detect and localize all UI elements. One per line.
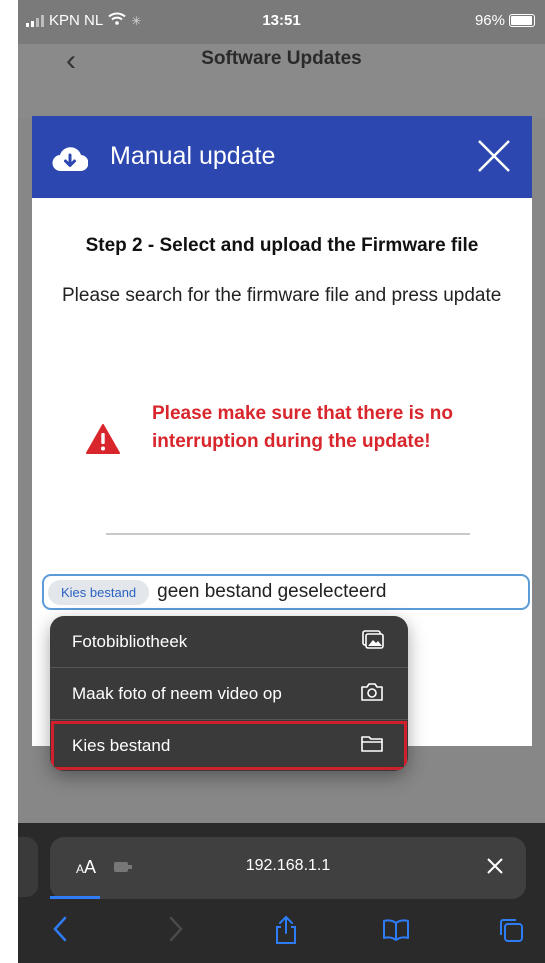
menu-item-camera[interactable]: Maak foto of neem video op xyxy=(50,668,408,720)
modal-header: Manual update xyxy=(32,116,532,198)
cloud-download-icon xyxy=(52,146,89,177)
status-time: 13:51 xyxy=(262,12,301,29)
battery-percent: 96% xyxy=(474,12,505,29)
close-icon[interactable] xyxy=(474,136,514,181)
battery-info: 96% xyxy=(475,12,535,29)
previous-tab-preview[interactable] xyxy=(18,837,38,897)
warning-icon xyxy=(86,424,120,459)
menu-item-label: Maak foto of neem video op xyxy=(72,684,282,703)
step-heading: Step 2 - Select and upload the Firmware … xyxy=(85,235,479,256)
menu-item-label: Kies bestand xyxy=(72,736,171,755)
back-icon[interactable] xyxy=(52,915,68,948)
divider xyxy=(106,533,470,535)
menu-item-photo-library[interactable]: Fotobibliotheek xyxy=(50,616,408,668)
folder-icon xyxy=(360,734,384,759)
file-status-text: geen bestand geselecteerd xyxy=(157,581,387,602)
firmware-file-input[interactable]: Kies bestand geen bestand geselecteerd xyxy=(42,574,530,610)
forward-icon[interactable] xyxy=(168,915,184,948)
choose-file-button[interactable]: Kies bestand xyxy=(48,579,150,605)
bookmarks-icon[interactable] xyxy=(382,919,410,946)
page-title: Software Updates xyxy=(201,48,362,69)
menu-item-label: Fotobibliotheek xyxy=(72,632,188,651)
clear-url-icon[interactable] xyxy=(484,855,506,882)
photo-library-icon xyxy=(362,630,384,655)
file-picker-menu: Fotobibliotheek Maak foto of neem video … xyxy=(50,616,408,771)
camera-icon xyxy=(360,682,384,707)
url-text: 192.168.1.1 xyxy=(245,857,331,874)
modal-title: Manual update xyxy=(110,142,276,170)
phone-screen: KPN NL ✳ 13:51 96% ‹ Software Updates Ma… xyxy=(18,0,545,963)
description-text: Please search for the firmware file and … xyxy=(62,285,502,306)
status-bar: KPN NL ✳ 13:51 96% xyxy=(18,0,545,44)
battery-icon xyxy=(509,14,535,27)
browser-toolbar xyxy=(18,905,545,963)
address-bar[interactable]: AAAA 192.168.1.1 xyxy=(50,837,526,899)
warning-block: Please make sure that there is no interr… xyxy=(86,400,506,490)
menu-item-choose-file[interactable]: Kies bestand xyxy=(50,720,408,771)
page-load-progress xyxy=(50,896,100,899)
share-icon[interactable] xyxy=(274,915,298,950)
warning-text: Please make sure that there is no interr… xyxy=(152,403,453,452)
tabs-icon[interactable] xyxy=(498,917,524,948)
